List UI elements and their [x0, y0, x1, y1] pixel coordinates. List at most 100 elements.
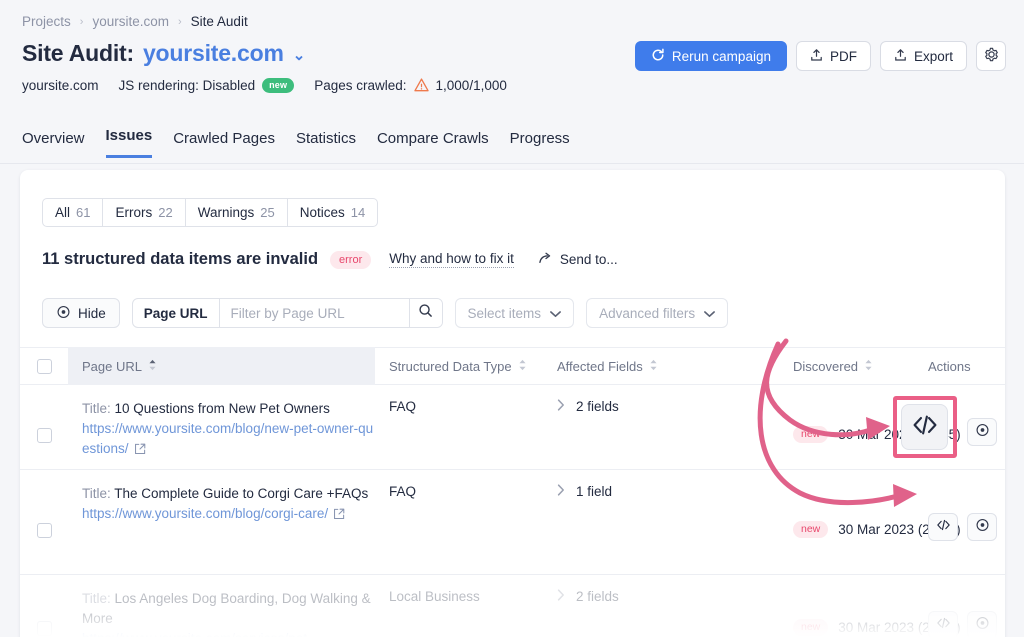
- row-affected-fields-cell[interactable]: 1 field: [543, 470, 698, 574]
- rerun-campaign-button[interactable]: Rerun campaign: [635, 41, 787, 71]
- hide-label: Hide: [78, 306, 106, 321]
- row-affected-fields: 2 fields: [576, 589, 619, 604]
- external-link-icon[interactable]: [333, 506, 345, 526]
- column-header-discovered-label: Discovered: [793, 359, 858, 374]
- row-affected-fields-cell[interactable]: 2 fields: [543, 385, 698, 469]
- chip-all[interactable]: All 61: [43, 199, 103, 226]
- sort-icon: [649, 359, 658, 374]
- row-url[interactable]: https://www.yoursite.com/blog/corgi-care…: [82, 506, 328, 521]
- chip-notices-count: 14: [351, 205, 365, 220]
- chip-warnings-label: Warnings: [198, 205, 255, 220]
- preview-button[interactable]: [967, 611, 997, 637]
- row-checkbox[interactable]: [37, 523, 52, 538]
- chevron-right-icon[interactable]: [557, 399, 565, 414]
- eye-icon: [56, 305, 71, 322]
- chip-notices[interactable]: Notices 14: [288, 199, 377, 226]
- row-discovered-cell: new 30 Mar 2023 (22:45): [784, 470, 914, 574]
- column-header-structured-data-type[interactable]: Structured Data Type: [375, 347, 543, 385]
- chip-errors[interactable]: Errors 22: [103, 199, 185, 226]
- row-structured-data-type: Local Business: [375, 575, 543, 637]
- new-badge: new: [793, 426, 828, 443]
- tab-statistics[interactable]: Statistics: [296, 130, 356, 158]
- hide-button[interactable]: Hide: [42, 298, 120, 328]
- issue-headline: 11 structured data items are invalid: [42, 250, 318, 269]
- preview-button[interactable]: [967, 418, 997, 446]
- tab-overview[interactable]: Overview: [22, 130, 85, 158]
- tab-compare-crawls[interactable]: Compare Crawls: [377, 130, 489, 158]
- tab-crawled-pages[interactable]: Crawled Pages: [173, 130, 275, 158]
- row-url[interactable]: https://www.yoursite.com/blog/new-pet-ow…: [82, 421, 373, 456]
- why-and-how-to-fix-link[interactable]: Why and how to fix it: [389, 251, 514, 268]
- column-header-discovered[interactable]: Discovered: [784, 347, 914, 385]
- upload-icon: [810, 48, 823, 65]
- page-url-filter-input[interactable]: Filter by Page URL: [220, 299, 409, 327]
- tabs-divider: [0, 163, 1024, 164]
- row-url-line[interactable]: https://www.yoursite.com/blog/new-pet-ow…: [82, 419, 375, 459]
- row-title-lead: Title:: [82, 401, 111, 416]
- advanced-filters-dropdown[interactable]: Advanced filters: [586, 298, 728, 328]
- campaign-meta: yoursite.com JS rendering: Disabled new …: [22, 77, 507, 94]
- row-checkbox-cell: [20, 575, 68, 637]
- column-header-structured-data-type-label: Structured Data Type: [389, 359, 512, 374]
- chip-warnings[interactable]: Warnings 25: [186, 199, 288, 226]
- project-selector-label[interactable]: yoursite.com: [143, 40, 284, 67]
- row-url-line[interactable]: https://www.yoursite.com/blog/corgi-care…: [82, 504, 375, 524]
- row-title: 10 Questions from New Pet Owners: [115, 401, 330, 416]
- chevron-down-icon[interactable]: ⌄: [293, 46, 306, 64]
- row-actions-cell: [914, 575, 1005, 637]
- breadcrumb-item-site[interactable]: yoursite.com: [92, 14, 169, 29]
- chevron-right-icon[interactable]: [557, 589, 565, 604]
- page-title-prefix: Site Audit:: [22, 40, 134, 67]
- column-header-affected-fields[interactable]: Affected Fields: [543, 347, 698, 385]
- row-structured-data-type: FAQ: [375, 470, 543, 574]
- tab-progress[interactable]: Progress: [510, 130, 570, 158]
- chip-notices-label: Notices: [300, 205, 345, 220]
- search-button[interactable]: [409, 299, 442, 327]
- row-spacer: [698, 470, 784, 574]
- view-code-button[interactable]: [928, 513, 958, 541]
- row-checkbox[interactable]: [37, 621, 52, 636]
- chevron-down-icon: [704, 306, 715, 321]
- view-code-button[interactable]: [928, 611, 958, 637]
- select-all-checkbox[interactable]: [37, 359, 52, 374]
- breadcrumb-item-projects[interactable]: Projects: [22, 14, 71, 29]
- select-items-dropdown[interactable]: Select items: [455, 298, 575, 328]
- preview-button[interactable]: [967, 513, 997, 541]
- row-affected-fields: 1 field: [576, 484, 612, 499]
- row-url[interactable]: https://www.yoursite.com/services/pet-: [82, 631, 312, 637]
- row-title: Los Angeles Dog Boarding, Dog Walking & …: [82, 591, 371, 626]
- page-title: Site Audit: yoursite.com ⌄: [22, 40, 305, 67]
- column-header-page-url[interactable]: Page URL: [68, 347, 375, 385]
- row-title-line: Title: Los Angeles Dog Boarding, Dog Wal…: [82, 589, 375, 629]
- column-header-affected-fields-label: Affected Fields: [557, 359, 643, 374]
- advanced-filters-label: Advanced filters: [599, 306, 695, 321]
- filter-bar: Hide Page URL Filter by Page URL Select …: [42, 298, 728, 328]
- new-badge: new: [793, 619, 828, 636]
- chevron-right-icon[interactable]: [557, 484, 565, 499]
- breadcrumb: Projects › yoursite.com › Site Audit: [22, 14, 248, 29]
- header-actions: Rerun campaign PDF Export: [635, 41, 1006, 71]
- table-row[interactable]: Title: The Complete Guide to Corgi Care …: [20, 470, 1005, 575]
- table-row[interactable]: Title: Los Angeles Dog Boarding, Dog Wal…: [20, 575, 1005, 637]
- row-checkbox[interactable]: [37, 428, 52, 443]
- external-link-icon[interactable]: [134, 441, 146, 461]
- tab-issues[interactable]: Issues: [106, 127, 153, 158]
- row-url-line[interactable]: https://www.yoursite.com/services/pet-: [82, 629, 375, 637]
- send-to-label: Send to...: [560, 252, 618, 267]
- pdf-button[interactable]: PDF: [796, 41, 871, 71]
- breadcrumb-item-site-audit[interactable]: Site Audit: [191, 14, 248, 29]
- issue-filter-chips: All 61 Errors 22 Warnings 25 Notices 14: [42, 198, 378, 227]
- settings-button[interactable]: [976, 41, 1006, 71]
- send-to-button[interactable]: Send to...: [538, 251, 618, 268]
- share-arrow-icon: [538, 251, 553, 268]
- row-affected-fields-cell[interactable]: 2 fields: [543, 575, 698, 637]
- upload-icon: [894, 48, 907, 65]
- export-button[interactable]: Export: [880, 41, 967, 71]
- rerun-campaign-label: Rerun campaign: [672, 49, 771, 64]
- select-all-checkbox-cell: [20, 347, 68, 385]
- code-icon: [936, 518, 951, 537]
- column-header-actions: Actions: [914, 347, 1005, 385]
- row-checkbox-cell: [20, 385, 68, 469]
- table-row[interactable]: Title: 10 Questions from New Pet Owners …: [20, 385, 1005, 470]
- new-badge: new: [262, 78, 294, 93]
